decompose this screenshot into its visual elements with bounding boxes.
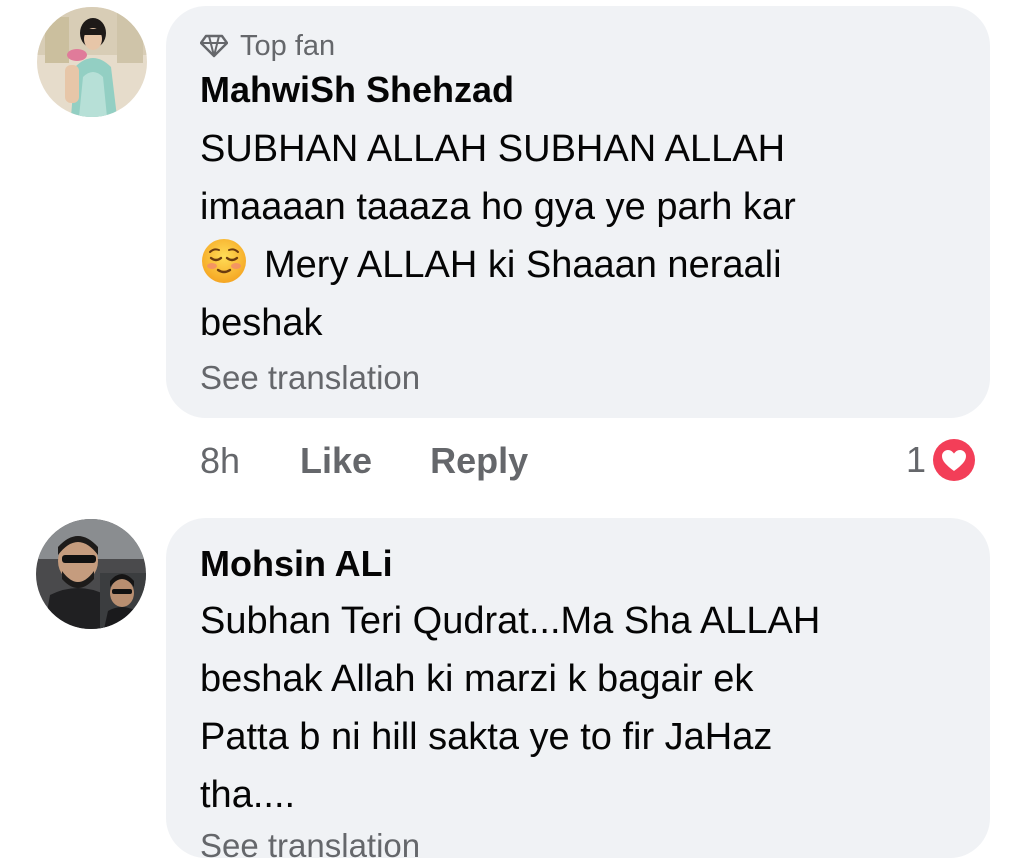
comment-line: Mery ALLAH ki Shaaan neraali bbox=[264, 244, 782, 286]
reaction-summary[interactable]: 1 bbox=[906, 436, 979, 484]
badge-label: Top fan bbox=[240, 30, 336, 62]
comment-actions: 8h Like Reply bbox=[200, 438, 528, 484]
comment-1: Top fan MahwiSh Shehzad SUBHAN ALLAH SUB… bbox=[0, 0, 1024, 500]
comment-text: Subhan Teri Qudrat...Ma Sha ALLAH beshak… bbox=[200, 592, 960, 824]
relieved-face-emoji-icon bbox=[200, 237, 248, 285]
top-fan-badge: Top fan bbox=[200, 28, 335, 64]
comment-line: SUBHAN ALLAH SUBHAN ALLAH bbox=[200, 128, 786, 170]
comment-line: beshak Allah ki marzi k bagair ek bbox=[200, 658, 754, 700]
comment-line: imaaaan taaaza ho gya ye parh kar bbox=[200, 186, 796, 228]
comment-timestamp[interactable]: 8h bbox=[200, 440, 240, 482]
avatar[interactable] bbox=[36, 519, 146, 629]
comment-bubble: Top fan MahwiSh Shehzad SUBHAN ALLAH SUB… bbox=[166, 6, 990, 418]
comment-author[interactable]: MahwiSh Shehzad bbox=[200, 68, 514, 112]
comment-line-with-emoji: Mery ALLAH ki Shaaan neraali bbox=[200, 236, 960, 294]
comment-bubble: Mohsin ALi Subhan Teri Qudrat...Ma Sha A… bbox=[166, 518, 990, 864]
comment-2: Mohsin ALi Subhan Teri Qudrat...Ma Sha A… bbox=[0, 500, 1024, 864]
comment-line: Patta b ni hill sakta ye to fir JaHaz bbox=[200, 716, 773, 758]
comment-line: tha.... bbox=[200, 774, 296, 816]
comment-line: beshak bbox=[200, 302, 323, 344]
comment-author[interactable]: Mohsin ALi bbox=[200, 542, 393, 586]
reply-button[interactable]: Reply bbox=[430, 440, 528, 482]
avatar[interactable] bbox=[37, 7, 147, 117]
diamond-icon bbox=[200, 34, 228, 58]
see-translation-link[interactable]: See translation bbox=[200, 358, 420, 398]
see-translation-link[interactable]: See translation bbox=[200, 826, 420, 866]
love-reaction-icon bbox=[930, 436, 979, 484]
reaction-count: 1 bbox=[906, 439, 927, 480]
comment-line: Subhan Teri Qudrat...Ma Sha ALLAH bbox=[200, 600, 821, 642]
comment-text: SUBHAN ALLAH SUBHAN ALLAH imaaaan taaaza… bbox=[200, 120, 960, 352]
like-button[interactable]: Like bbox=[300, 440, 372, 482]
